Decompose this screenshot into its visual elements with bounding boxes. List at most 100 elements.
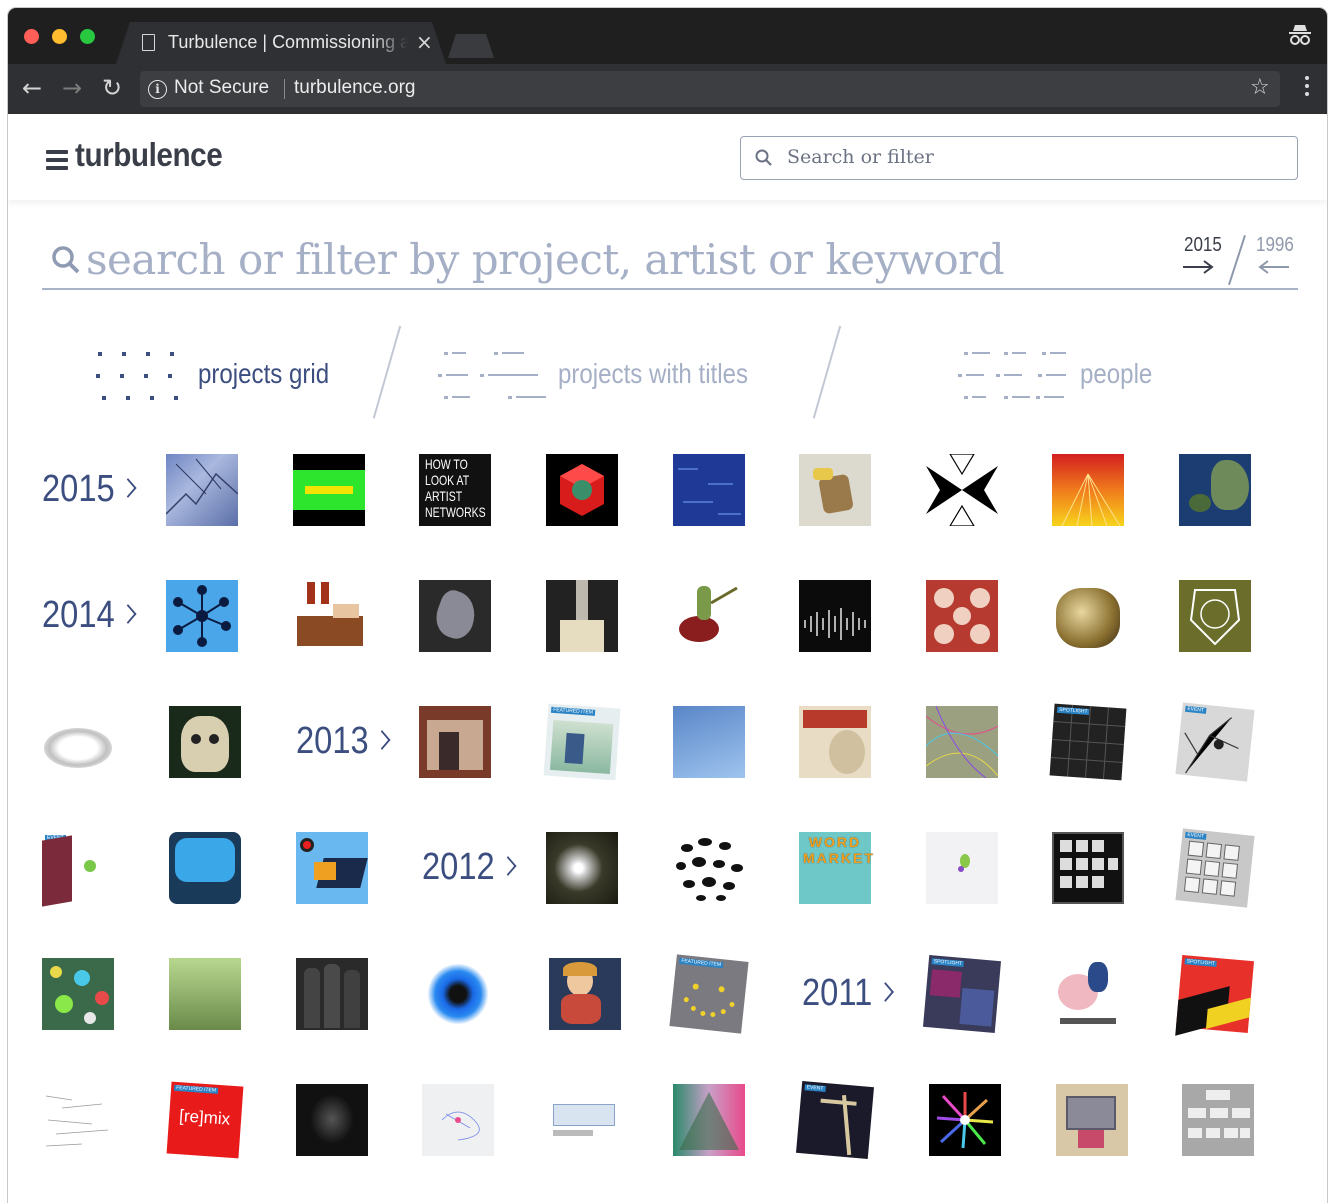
project-thumbnail[interactable] [1056, 1084, 1128, 1156]
project-thumbnail[interactable] [549, 1084, 621, 1156]
header-search-input[interactable] [787, 142, 1287, 172]
year-label: 2014 [42, 594, 115, 636]
chevron-right-icon [373, 730, 391, 750]
project-thumbnail[interactable] [799, 454, 871, 526]
grid-dots-icon [96, 352, 178, 400]
browser-menu-icon[interactable] [1305, 76, 1311, 100]
project-thumbnail[interactable] [293, 580, 365, 652]
project-thumbnail[interactable] [169, 706, 241, 778]
tab-people-label: people [1080, 358, 1153, 389]
info-icon[interactable]: i [148, 80, 167, 99]
arrow-left-icon [1258, 260, 1289, 274]
project-thumbnail[interactable] [1179, 454, 1251, 526]
hamburger-menu-icon[interactable] [46, 150, 68, 170]
project-thumbnail[interactable] [169, 832, 241, 904]
project-thumbnail[interactable] [296, 1084, 368, 1156]
project-thumbnail[interactable]: SPOTLIGHT [1049, 703, 1127, 781]
project-thumbnail[interactable] [296, 958, 368, 1030]
project-thumbnail[interactable] [926, 453, 998, 527]
tab-bar: Turbulence | Commissioning and Supportin… [8, 8, 1327, 64]
close-window-button[interactable] [24, 29, 39, 44]
project-thumbnail[interactable]: EVENT [1175, 828, 1255, 908]
project-thumbnail[interactable]: HOW TO LOOK AT ARTIST NETWORKS [419, 454, 491, 526]
year-link-2013[interactable]: 2013 [296, 720, 391, 763]
project-thumbnail[interactable] [546, 832, 618, 904]
project-thumbnail[interactable] [42, 1084, 114, 1156]
project-thumbnail[interactable] [422, 1084, 494, 1156]
project-thumbnail[interactable] [419, 706, 491, 778]
project-thumbnail[interactable] [799, 580, 871, 652]
project-thumbnail[interactable] [929, 1084, 1001, 1156]
project-thumbnail[interactable]: SPOTLIGHT [1175, 954, 1255, 1036]
project-thumbnail[interactable] [1052, 454, 1124, 527]
year-link-2014[interactable]: 2014 [42, 594, 137, 637]
address-bar[interactable]: i Not Secure turbulence.org ☆ [140, 71, 1280, 107]
project-thumbnail[interactable]: FEATURED ITEM [543, 703, 621, 781]
browser-tab[interactable]: Turbulence | Commissioning and Supportin… [116, 22, 446, 64]
project-thumbnail[interactable] [926, 580, 998, 652]
bookmark-star-icon[interactable]: ☆ [1250, 75, 1280, 100]
featured-tag: FEATURED ITEM [550, 706, 596, 716]
sort-oldest-year: 1996 [1256, 234, 1294, 256]
project-thumbnail[interactable]: SPOTLIGHT [922, 954, 1002, 1034]
forward-arrow-icon[interactable]: → [62, 76, 82, 100]
main-search-input[interactable] [86, 232, 1126, 286]
project-thumbnail[interactable] [673, 832, 745, 904]
tab-divider [372, 325, 401, 419]
url-text[interactable]: turbulence.org [294, 77, 415, 99]
chevron-right-icon [499, 856, 517, 876]
project-thumbnail[interactable] [42, 706, 114, 778]
project-thumbnail[interactable] [419, 580, 491, 652]
project-thumbnail[interactable] [166, 580, 238, 652]
close-tab-button[interactable]: × [416, 30, 433, 54]
project-thumbnail[interactable]: FEATURED ITEM [669, 954, 749, 1034]
main-search: 2015 1996 [42, 226, 1298, 290]
security-label[interactable]: Not Secure [174, 77, 269, 99]
project-thumbnail[interactable] [799, 706, 871, 778]
project-thumbnail[interactable] [1182, 1084, 1254, 1156]
maximize-window-button[interactable] [80, 29, 95, 44]
project-thumbnail[interactable] [1179, 580, 1251, 652]
tab-people[interactable]: people [958, 344, 1198, 404]
project-thumbnail[interactable] [673, 580, 745, 652]
project-thumbnail[interactable] [673, 454, 745, 526]
project-thumbnail[interactable]: EVENT [1175, 702, 1255, 782]
view-tabs: projects grid projects with titles peopl… [8, 324, 1327, 424]
project-thumbnail[interactable] [925, 705, 999, 779]
project-thumbnail[interactable] [549, 958, 621, 1030]
header-search[interactable] [740, 136, 1298, 180]
project-thumbnail[interactable] [1052, 832, 1124, 904]
reload-icon[interactable]: ↻ [102, 76, 122, 100]
project-thumbnail[interactable] [673, 1084, 745, 1156]
tab-projects-grid[interactable]: projects grid [96, 344, 346, 404]
project-thumbnail[interactable]: EVENT [795, 1080, 875, 1160]
project-thumbnail[interactable] [546, 454, 618, 526]
project-thumbnail[interactable] [546, 580, 618, 652]
project-thumbnail[interactable] [169, 958, 241, 1030]
project-thumbnail[interactable] [293, 454, 365, 526]
tab-projects-with-titles[interactable]: projects with titles [438, 344, 778, 404]
project-thumbnail[interactable]: WORD MARKET [799, 832, 875, 904]
year-link-2015[interactable]: 2015 [42, 468, 137, 511]
year-link-2011[interactable]: 2011 [802, 972, 894, 1015]
sort-newest-button[interactable]: 2015 [1178, 234, 1228, 286]
site-logo[interactable]: turbulence [75, 136, 223, 174]
project-thumbnail[interactable] [1052, 580, 1124, 652]
back-arrow-icon[interactable]: ← [22, 76, 42, 100]
project-thumbnail[interactable] [422, 958, 494, 1030]
spotlight-tag: SPOTLIGHT [931, 958, 965, 968]
project-thumbnail[interactable] [296, 832, 368, 904]
project-thumbnail[interactable] [926, 832, 998, 904]
minimize-window-button[interactable] [52, 29, 67, 44]
new-tab-button[interactable] [448, 34, 494, 58]
people-list-icon [958, 352, 1066, 399]
project-thumbnail[interactable] [42, 958, 114, 1030]
project-thumbnail[interactable]: EVENT [42, 832, 114, 907]
project-thumbnail[interactable] [1052, 958, 1124, 1030]
project-thumbnail[interactable] [673, 706, 745, 778]
project-thumbnail[interactable]: FEATURED ITEM [re]mix [166, 1081, 244, 1159]
word-market-label: WORD MARKET [803, 834, 875, 866]
year-link-2012[interactable]: 2012 [422, 846, 517, 889]
sort-oldest-button[interactable]: 1996 [1248, 234, 1298, 286]
project-thumbnail[interactable] [165, 454, 239, 526]
